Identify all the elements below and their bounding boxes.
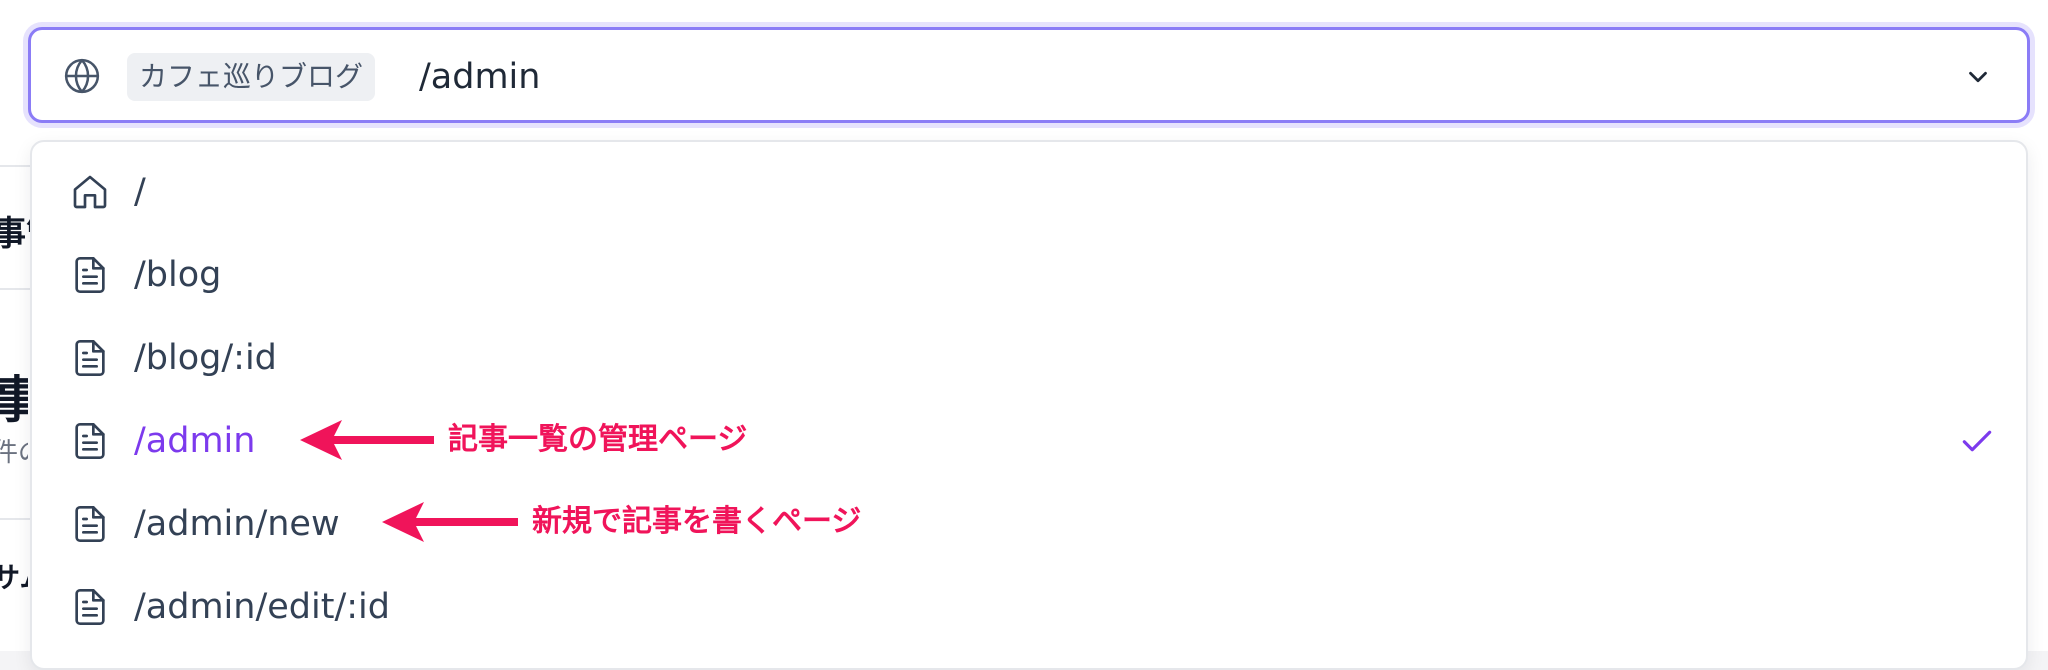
route-option-label: /admin/new <box>134 504 340 544</box>
file-icon <box>75 423 105 459</box>
background-count-fragment: 件の <box>0 438 28 468</box>
arrow-left-icon <box>300 420 434 460</box>
file-icon <box>75 257 105 293</box>
route-option-label: / <box>134 172 146 212</box>
file-icon <box>75 340 105 376</box>
globe-icon <box>64 58 100 94</box>
route-option-label: /blog <box>134 255 222 295</box>
arrow-left-icon <box>382 502 518 542</box>
background-label-fragment: サム <box>0 561 28 594</box>
file-icon <box>75 589 105 625</box>
home-icon <box>73 175 107 209</box>
background-heading-fragment: 事管 <box>0 214 32 254</box>
site-name-badge: カフェ巡りブログ <box>127 53 376 101</box>
background-title-fragment: 事 <box>0 371 28 429</box>
route-option-root[interactable]: / <box>32 152 2026 232</box>
route-option-label: /admin <box>134 421 256 461</box>
route-dropdown-list: / /blog /blog/:id /admin /admin/new /adm… <box>30 140 2028 670</box>
route-option-admin-edit-id[interactable]: /admin/edit/:id <box>32 567 2026 647</box>
check-icon <box>1962 430 1992 452</box>
route-option-blog[interactable]: /blog <box>32 235 2026 315</box>
annotation-admin-new: 新規で記事を書くページ <box>378 492 938 552</box>
current-route: /admin <box>419 57 541 97</box>
chevron-down-icon[interactable] <box>1963 62 1993 92</box>
route-option-label: /admin/edit/:id <box>134 587 390 627</box>
route-selector[interactable]: カフェ巡りブログ /admin <box>28 27 2030 123</box>
route-option-blog-id[interactable]: /blog/:id <box>32 318 2026 398</box>
annotation-admin: 記事一覧の管理ページ <box>296 410 856 470</box>
annotation-text: 新規で記事を書くページ <box>532 504 862 539</box>
route-option-label: /blog/:id <box>134 338 277 378</box>
annotation-text: 記事一覧の管理ページ <box>448 422 748 457</box>
route-option-admin-new[interactable]: /admin/new <box>32 484 2026 564</box>
file-icon <box>75 506 105 542</box>
